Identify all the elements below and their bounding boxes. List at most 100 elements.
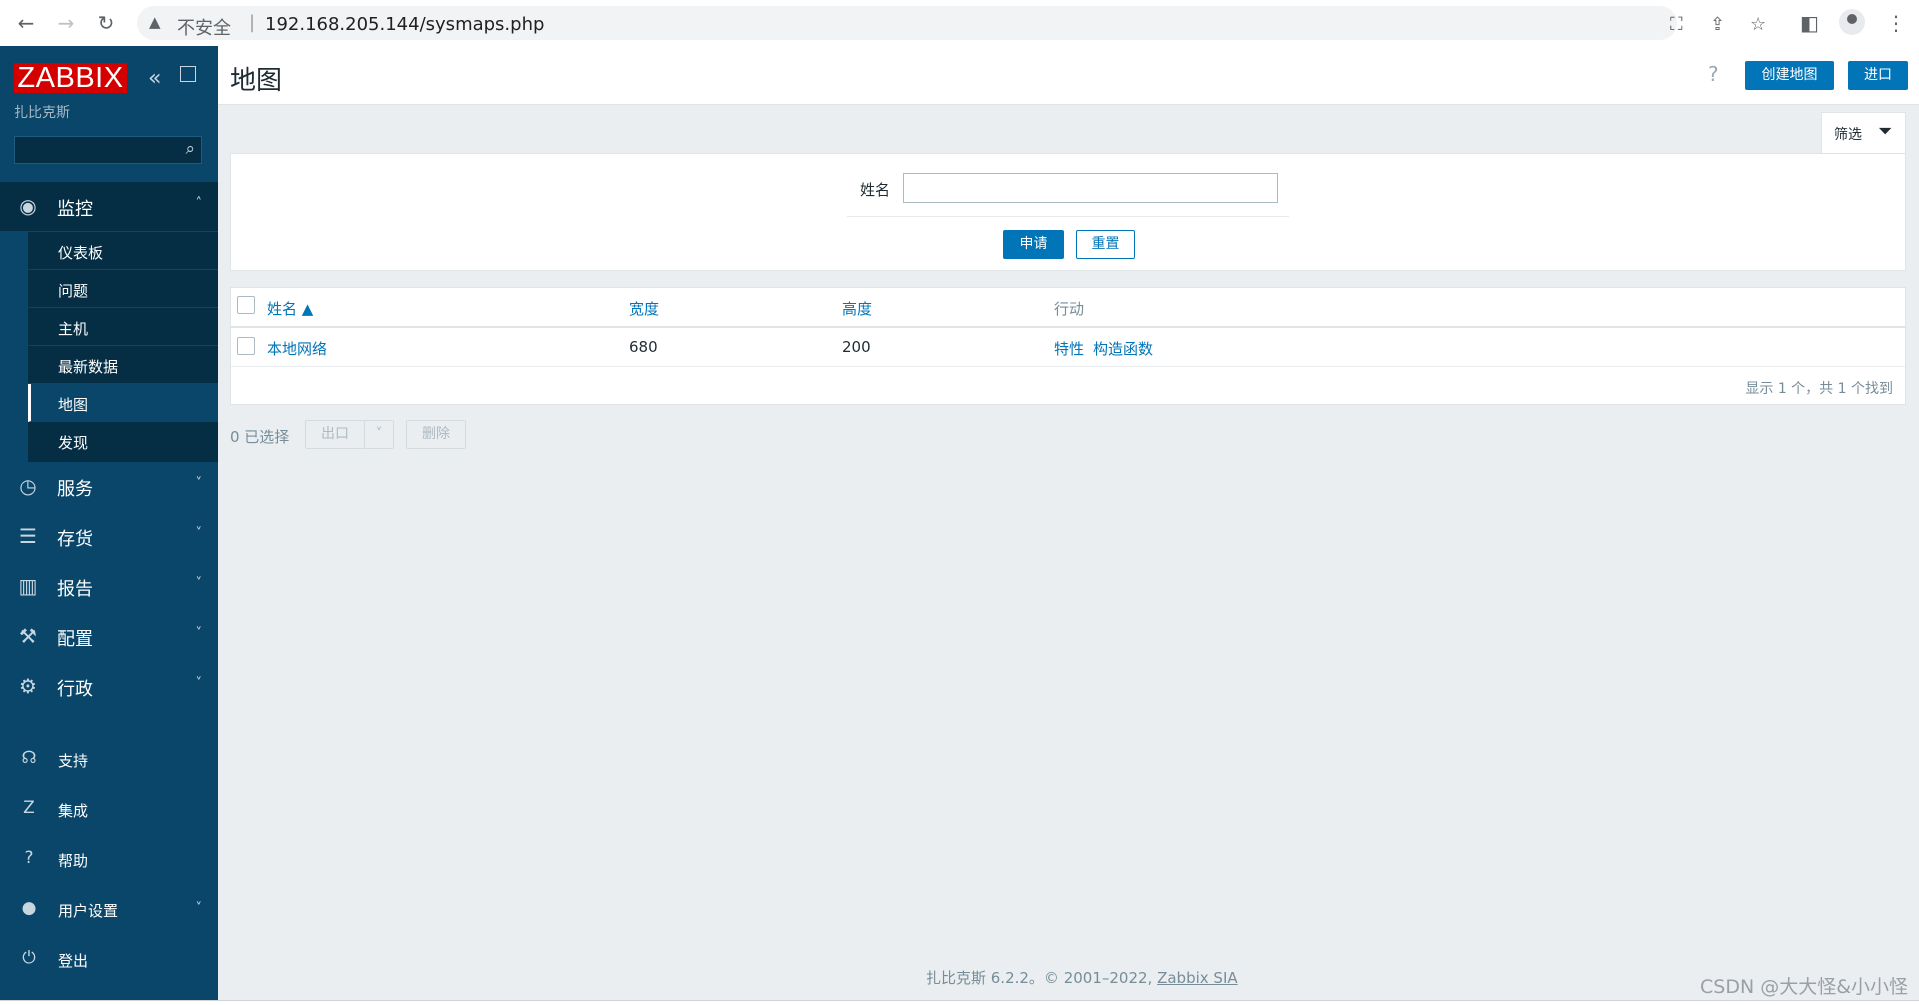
export-button[interactable]: 出口 — [305, 420, 365, 449]
footer-company-link[interactable]: Zabbix SIA — [1157, 969, 1238, 987]
page-title: 地图 — [230, 66, 283, 96]
table-row: 本地网络 680 200 特性 构造函数 — [231, 328, 1905, 367]
column-name-header[interactable]: 姓名 ▲ — [267, 298, 313, 319]
menu-administration[interactable]: ⚙ 行政 ˅ — [0, 662, 218, 710]
back-icon[interactable]: ← — [14, 11, 38, 35]
submenu-label: 问题 — [58, 282, 89, 300]
forward-icon[interactable]: → — [54, 11, 78, 35]
watermark: CSDN @大大怪&小小怪 — [1700, 976, 1909, 998]
address-separator: | — [249, 12, 256, 33]
collapse-sidebar-icon[interactable]: « — [148, 66, 161, 91]
chevron-down-icon: ˅ — [195, 526, 203, 541]
maps-table: 姓名 ▲ 宽度 高度 行动 本地网络 680 200 特性 构造函数 显示 1 … — [230, 287, 1906, 405]
power-icon: ⏻ — [22, 948, 36, 968]
chevron-up-icon: ˄ — [195, 196, 203, 211]
menu-services[interactable]: ◷ 服务 ˅ — [0, 462, 218, 510]
apply-button[interactable]: 申请 — [1003, 230, 1064, 259]
window-bottom-edge — [0, 1000, 1919, 1005]
submenu-label: 发现 — [58, 434, 89, 452]
submenu-item-hosts[interactable]: 主机 — [28, 308, 218, 346]
menu-support[interactable]: ☊ 支持 — [0, 739, 218, 779]
select-all-checkbox[interactable] — [237, 296, 255, 314]
row-checkbox[interactable] — [237, 337, 255, 355]
constructor-link[interactable]: 构造函数 — [1093, 338, 1153, 359]
menu-label: 帮助 — [58, 852, 89, 870]
menu-monitoring[interactable]: ◉ 监控 ˄ — [0, 182, 218, 231]
footer-text: 扎比克斯 6.2.2。© 2001–2022, — [926, 969, 1158, 987]
chevron-down-icon: ˅ — [195, 576, 203, 591]
menu-reports[interactable]: ▥ 报告 ˅ — [0, 562, 218, 610]
filter-divider — [847, 216, 1289, 217]
menu-configuration[interactable]: ⚒ 配置 ˅ — [0, 612, 218, 660]
selected-count: 0 已选择 — [230, 428, 290, 446]
page-footer: 扎比克斯 6.2.2。© 2001–2022, Zabbix SIA — [926, 967, 1238, 988]
map-width-cell: 680 — [629, 338, 658, 356]
table-header: 姓名 ▲ 宽度 高度 行动 — [231, 288, 1905, 328]
reset-button[interactable]: 重置 — [1076, 230, 1135, 259]
column-height-header[interactable]: 高度 — [842, 298, 872, 319]
zabbix-logo[interactable]: ZABBIX — [14, 63, 127, 93]
address-bar[interactable]: ▲ 不安全 | 192.168.205.144/sysmaps.php ⛶ ⇪ … — [137, 6, 1766, 40]
help-icon[interactable]: ? — [1708, 62, 1719, 86]
menu-label: 用户设置 — [58, 902, 119, 920]
menu-user-settings[interactable]: ● 用户设置 ˅ — [0, 889, 218, 929]
column-actions-header: 行动 — [1054, 300, 1085, 318]
menu-label: 存货 — [57, 529, 93, 550]
profile-avatar[interactable] — [1839, 9, 1865, 35]
menu-integrations[interactable]: Z 集成 — [0, 789, 218, 829]
menu-label: 配置 — [57, 629, 93, 650]
submenu-item-dashboard[interactable]: 仪表板 — [28, 232, 218, 270]
submenu-item-problems[interactable]: 问题 — [28, 270, 218, 308]
filter-tab[interactable]: 筛选 ⏷ — [1821, 112, 1906, 154]
menu-logout[interactable]: ⏻ 登出 — [0, 939, 218, 979]
chevron-down-icon: ˅ — [195, 626, 203, 641]
insecure-label: 不安全 — [177, 18, 231, 39]
map-height-cell: 200 — [842, 338, 871, 356]
submenu-item-discovery[interactable]: 发现 — [28, 422, 218, 460]
submenu-label: 最新数据 — [58, 358, 119, 376]
url-text[interactable]: 192.168.205.144/sysmaps.php — [265, 14, 544, 35]
headset-icon: ☊ — [21, 748, 37, 768]
map-name-link[interactable]: 本地网络 — [267, 338, 327, 359]
menu-label: 支持 — [58, 752, 89, 770]
submenu-label: 主机 — [58, 320, 89, 338]
stopwatch-icon: ◷ — [19, 474, 37, 498]
zabbix-integrations-icon: Z — [23, 798, 35, 818]
filter-name-input[interactable] — [903, 173, 1278, 203]
menu-label: 集成 — [58, 802, 89, 820]
sidebar-search-input[interactable]: ⌕ — [14, 136, 202, 164]
submenu-item-maps[interactable]: 地图 — [28, 384, 218, 422]
menu-label: 报告 — [57, 579, 93, 600]
column-width-header[interactable]: 宽度 — [629, 298, 659, 319]
chevron-down-icon: ˅ — [195, 901, 203, 916]
table-stats: 显示 1 个，共 1 个找到 — [1745, 381, 1893, 397]
properties-link[interactable]: 特性 — [1054, 338, 1084, 359]
menu-help[interactable]: ? 帮助 — [0, 839, 218, 879]
menu-label: 服务 — [57, 479, 93, 500]
translate-icon[interactable]: ⛶ — [1670, 14, 1683, 35]
kiosk-mode-icon[interactable] — [180, 66, 196, 82]
chevron-down-icon: ˅ — [195, 476, 203, 491]
search-icon[interactable]: ⌕ — [185, 139, 195, 159]
delete-button[interactable]: 删除 — [406, 420, 466, 449]
side-panel-icon[interactable]: ◧ — [1800, 11, 1819, 35]
export-dropdown-icon[interactable]: ˅ — [364, 420, 394, 449]
menu-label: 监控 — [57, 199, 93, 220]
filter-funnel-icon: ⏷ — [1878, 121, 1893, 142]
create-map-button[interactable]: 创建地图 — [1745, 61, 1834, 90]
user-icon: ● — [21, 898, 37, 918]
filter-tab-label: 筛选 — [1834, 127, 1862, 143]
reload-icon[interactable]: ↻ — [94, 11, 118, 35]
browser-menu-icon[interactable]: ⋮ — [1886, 11, 1906, 35]
submenu-label: 仪表板 — [58, 244, 104, 262]
eye-icon: ◉ — [19, 194, 37, 218]
question-icon: ? — [24, 848, 34, 868]
menu-inventory[interactable]: ☰ 存货 ˅ — [0, 512, 218, 560]
bookmark-star-icon[interactable]: ☆ — [1750, 14, 1766, 35]
import-button[interactable]: 进口 — [1848, 61, 1908, 90]
share-icon[interactable]: ⇪ — [1710, 14, 1725, 35]
filter-name-label: 姓名 — [860, 181, 891, 199]
submenu-item-latest-data[interactable]: 最新数据 — [28, 346, 218, 384]
wrench-icon: ⚒ — [19, 624, 37, 648]
chevron-down-icon: ˅ — [195, 676, 203, 691]
